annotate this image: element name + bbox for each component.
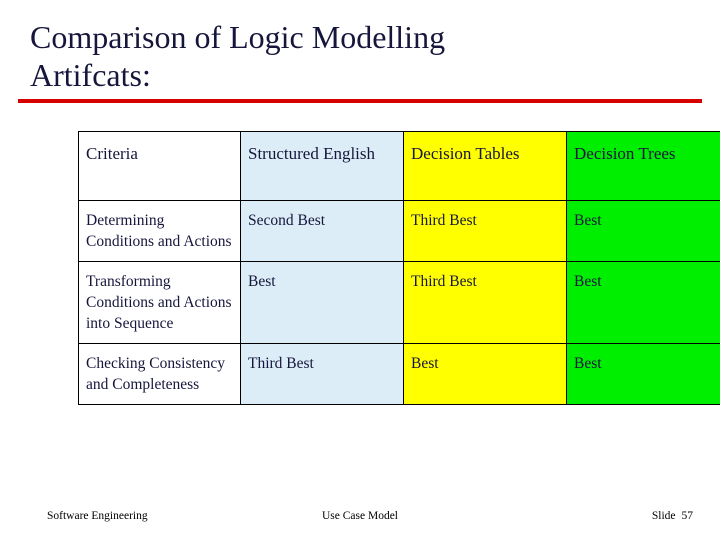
- row-1-structured-english: Second Best: [240, 200, 404, 262]
- table-row: Transforming Conditions and Actions into…: [78, 261, 720, 344]
- table-header-structured-english: Structured English: [240, 131, 404, 201]
- table-header-criteria: Criteria: [78, 131, 241, 201]
- row-2-decision-tables: Third Best: [403, 261, 567, 344]
- comparison-table: Criteria Structured English Decision Tab…: [78, 131, 720, 405]
- footer-slide-label: Slide: [651, 510, 676, 522]
- comparison-table-wrapper: Criteria Structured English Decision Tab…: [78, 131, 720, 405]
- table-row: Determining Conditions and Actions Secon…: [78, 200, 720, 262]
- row-3-criteria: Checking Consistency and Completeness: [78, 343, 241, 405]
- page-title: Comparison of Logic Modelling Artifcats:: [30, 18, 690, 94]
- row-2-decision-trees: Best: [566, 261, 720, 344]
- page-title-line-1: Comparison of Logic Modelling: [30, 19, 446, 55]
- slide-footer: Software Engineering Use Case Model Slid…: [0, 510, 720, 536]
- table-header-decision-trees: Decision Trees: [566, 131, 720, 201]
- footer-slide-number: Slide 57: [652, 510, 693, 522]
- row-2-structured-english: Best: [240, 261, 404, 344]
- row-1-criteria: Determining Conditions and Actions: [78, 200, 241, 262]
- row-3-decision-tables: Best: [403, 343, 567, 405]
- table-row: Checking Consistency and Completeness Th…: [78, 343, 720, 405]
- title-underline-rule: [18, 99, 702, 103]
- slide: Comparison of Logic Modelling Artifcats:…: [0, 0, 720, 540]
- table-header-decision-tables: Decision Tables: [403, 131, 567, 201]
- row-3-structured-english: Third Best: [240, 343, 404, 405]
- row-2-criteria: Transforming Conditions and Actions into…: [78, 261, 241, 344]
- footer-topic-label: Use Case Model: [321, 510, 398, 522]
- row-3-decision-trees: Best: [566, 343, 720, 405]
- table-header-row: Criteria Structured English Decision Tab…: [78, 131, 720, 201]
- row-1-decision-tables: Third Best: [403, 200, 567, 262]
- row-1-decision-trees: Best: [566, 200, 720, 262]
- page-title-line-2: Artifcats:: [30, 57, 151, 93]
- footer-slide-number-value: 57: [681, 510, 694, 522]
